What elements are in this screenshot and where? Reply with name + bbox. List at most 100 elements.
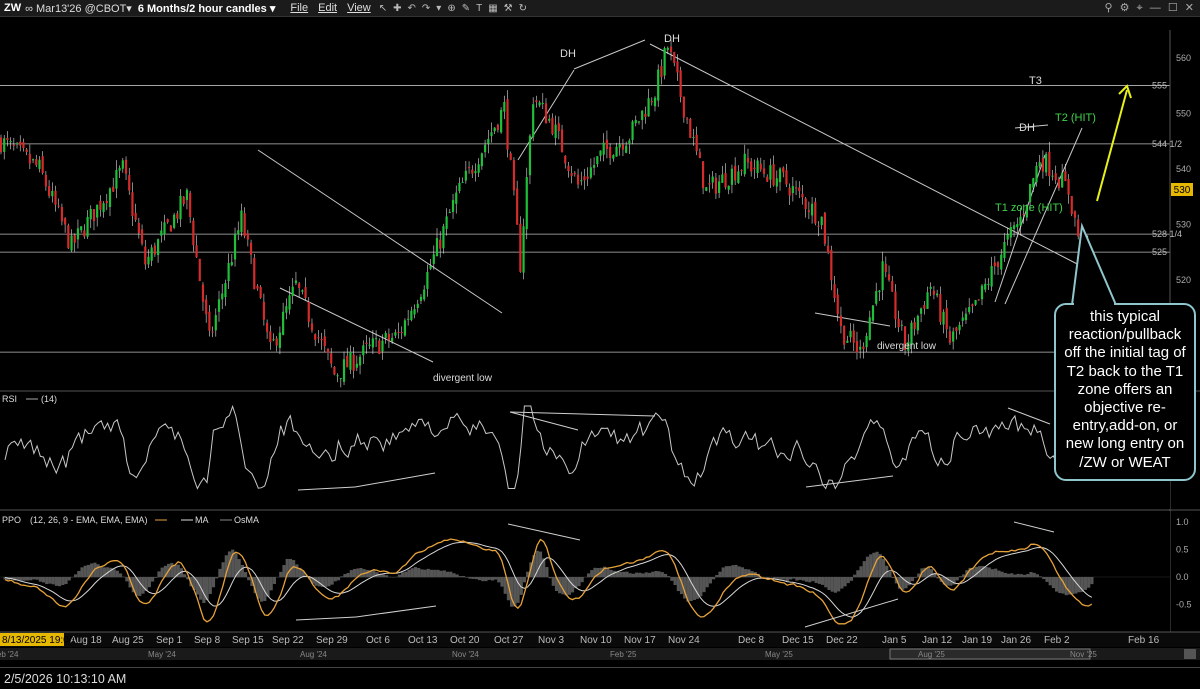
candle-body: [217, 299, 221, 312]
candle-body: [1064, 171, 1067, 182]
candle-body: [570, 173, 573, 176]
osma-bar: [628, 573, 632, 578]
candle-body: [413, 309, 416, 315]
candle-body: [634, 119, 637, 124]
candle-body: [435, 238, 439, 257]
grid-icon[interactable]: ▦: [485, 3, 500, 14]
price-tick-label: 540: [1176, 164, 1191, 174]
menu-edit[interactable]: Edit: [313, 2, 342, 14]
undo-icon[interactable]: ↶: [405, 3, 419, 14]
menu-view[interactable]: View: [342, 2, 376, 14]
minimize-icon[interactable]: —: [1148, 2, 1163, 14]
candle-body: [137, 222, 140, 234]
candle-body: [269, 331, 272, 343]
pin-icon[interactable]: ⌖: [1135, 2, 1145, 15]
candle-body: [105, 200, 108, 204]
candle-body: [734, 165, 737, 181]
osma-bar: [160, 567, 164, 578]
osma-bar: [138, 577, 142, 596]
candle-body: [695, 134, 698, 152]
candle-body: [118, 167, 121, 171]
candle-body: [442, 226, 445, 249]
osma-bar: [654, 571, 658, 578]
candle-body: [346, 355, 349, 368]
date-tick-label: Sep 29: [316, 635, 348, 646]
text-icon[interactable]: T: [473, 3, 485, 14]
redo-icon[interactable]: ↷: [419, 3, 433, 14]
timeframe-selector[interactable]: 6 Months/2 hour candles ▾: [138, 2, 286, 15]
candle-body: [22, 142, 25, 149]
candle-body: [705, 187, 708, 191]
date-tick-label: Oct 13: [408, 635, 438, 646]
candle-body: [1061, 172, 1064, 188]
candle-body: [1032, 178, 1035, 188]
date-tick-label: Dec 8: [738, 635, 765, 646]
candle-body: [673, 51, 676, 63]
candle-body: [631, 121, 634, 140]
candle-body: [147, 256, 150, 265]
draw-icon[interactable]: ✎: [459, 3, 473, 14]
osma-bar: [788, 577, 793, 580]
candle-body: [836, 294, 839, 315]
osma-bar: [22, 577, 26, 581]
osma-bar: [1010, 573, 1014, 578]
price-level-label: 555: [1152, 81, 1167, 91]
osma-bar: [346, 572, 350, 578]
osma-bar: [215, 577, 219, 579]
price-level-label: 525: [1152, 247, 1167, 257]
candle-body: [121, 160, 124, 169]
dropdown-icon[interactable]: ▾: [433, 3, 444, 14]
osma-bar: [647, 572, 652, 578]
osma-bar: [112, 569, 116, 578]
osma-bar: [279, 571, 283, 578]
osma-bar: [122, 576, 126, 578]
menu-file[interactable]: File: [285, 2, 313, 14]
osma-bar: [814, 577, 818, 583]
osma-bar: [333, 577, 337, 582]
candle-body: [371, 338, 374, 348]
crosshair-icon[interactable]: ✚: [390, 3, 404, 14]
search-icon[interactable]: ⚲: [1102, 1, 1114, 14]
osma-bar: [1029, 571, 1033, 578]
candle-body: [628, 140, 631, 145]
osma-bar: [958, 576, 963, 578]
scroll-right-button[interactable]: [1184, 649, 1196, 659]
symbol-label[interactable]: ZW: [0, 2, 25, 14]
candle-body: [391, 337, 394, 342]
osma-bar: [737, 566, 741, 578]
close-icon[interactable]: ✕: [1183, 1, 1196, 14]
cursor-icon[interactable]: ↖: [376, 3, 390, 14]
rsi-panel[interactable]: RSI (14): [0, 392, 1170, 509]
osma-bar: [74, 574, 78, 578]
osma-bar: [808, 577, 812, 583]
ppo-legend-ma: MA: [195, 515, 209, 525]
candle-body: [936, 293, 939, 296]
candle-body: [397, 331, 400, 333]
chart-area[interactable]: 560550540530520510 555544 1/2528 1/45255…: [0, 17, 1200, 667]
osma-bar: [974, 566, 979, 578]
osma-bar: [888, 572, 892, 578]
osma-bar: [644, 572, 648, 578]
candle-body: [615, 146, 618, 157]
refresh-icon[interactable]: ↻: [516, 3, 530, 14]
candle-body: [294, 280, 298, 284]
osma-bar: [522, 577, 527, 583]
ppo-panel[interactable]: PPO (12, 26, 9 - EMA, EMA, EMA) MA OsMA …: [0, 511, 1192, 632]
maximize-icon[interactable]: ☐: [1166, 1, 1180, 14]
osma-bar: [80, 567, 84, 578]
date-tick-label: Oct 20: [450, 635, 480, 646]
tools-icon[interactable]: ⚒: [501, 3, 516, 14]
osma-bar: [660, 572, 664, 578]
osma-bar: [856, 570, 860, 578]
osma-bar: [29, 577, 33, 581]
candle-body: [243, 213, 246, 236]
osma-bar: [821, 577, 825, 585]
osma-bar: [728, 566, 732, 578]
osma-bar: [433, 569, 437, 578]
contract-selector[interactable]: ∞ Mar13'26 @CBOT▾: [25, 2, 138, 15]
candle-body: [490, 132, 493, 137]
candle-body: [522, 226, 525, 273]
gear-icon[interactable]: ⚙: [1118, 1, 1132, 14]
candle-body: [746, 157, 750, 163]
zoom-icon[interactable]: ⊕: [444, 3, 458, 14]
